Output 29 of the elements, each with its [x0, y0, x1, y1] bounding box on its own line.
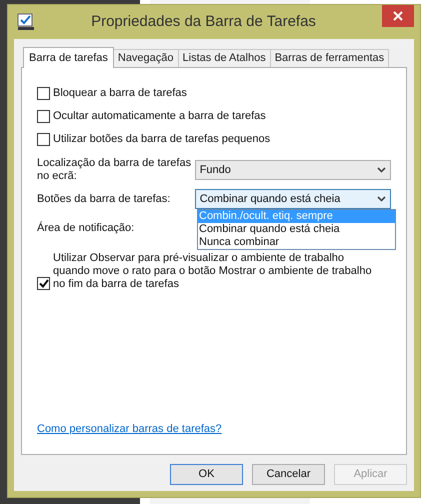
- chevron-down-icon: [377, 196, 386, 202]
- checkbox-app-icon: [17, 13, 35, 31]
- buttons-label: Botões da barra de tarefas:: [37, 192, 172, 207]
- tab[interactable]: Navegação: [114, 49, 179, 67]
- dropdown-option[interactable]: Nunca combinar: [198, 236, 395, 249]
- tab[interactable]: Barra de tarefas: [23, 47, 114, 68]
- checkbox[interactable]: [37, 87, 50, 100]
- dialog-button[interactable]: OK: [170, 464, 243, 485]
- notification-label: Área de notificação:: [37, 220, 134, 236]
- help-link[interactable]: Como personalizar barras de tarefas?: [37, 420, 222, 437]
- location-label: Localização da barra de tarefas no ecrã:: [37, 157, 192, 183]
- peek-label: Utilizar Observar para pré-visualizar o ambiente de trabalho quando move o rato para o botão Mostrar o ambiente de trabalho no fim da barra de tarefas: [53, 252, 373, 291]
- buttons-select[interactable]: Combinar quando está cheia: [194, 189, 391, 209]
- dropdown-option[interactable]: Combinar quando está cheia: [198, 223, 395, 236]
- checkbox-label: Ocultar automaticamente a barra de tarefas: [53, 109, 266, 124]
- tab[interactable]: Listas de Atalhos: [178, 49, 271, 67]
- dialog-button[interactable]: Cancelar: [252, 464, 325, 485]
- location-select[interactable]: Fundo: [194, 160, 391, 180]
- checkbox-label: Bloquear a barra de tarefas: [53, 86, 187, 102]
- close-button[interactable]: [382, 5, 414, 27]
- checkbox-label: Utilizar botões da barra de tarefas pequenos: [53, 132, 270, 148]
- tab[interactable]: Barras de ferramentas: [270, 49, 390, 67]
- checkbox[interactable]: [37, 110, 50, 123]
- checkbox[interactable]: [37, 277, 50, 290]
- checkmark-icon: [38, 279, 48, 288]
- close-icon: [393, 11, 403, 21]
- chevron-down-icon: [377, 167, 386, 173]
- checkbox[interactable]: [37, 133, 50, 146]
- window-title: Propriedades da Barra de Tarefas: [90, 12, 317, 32]
